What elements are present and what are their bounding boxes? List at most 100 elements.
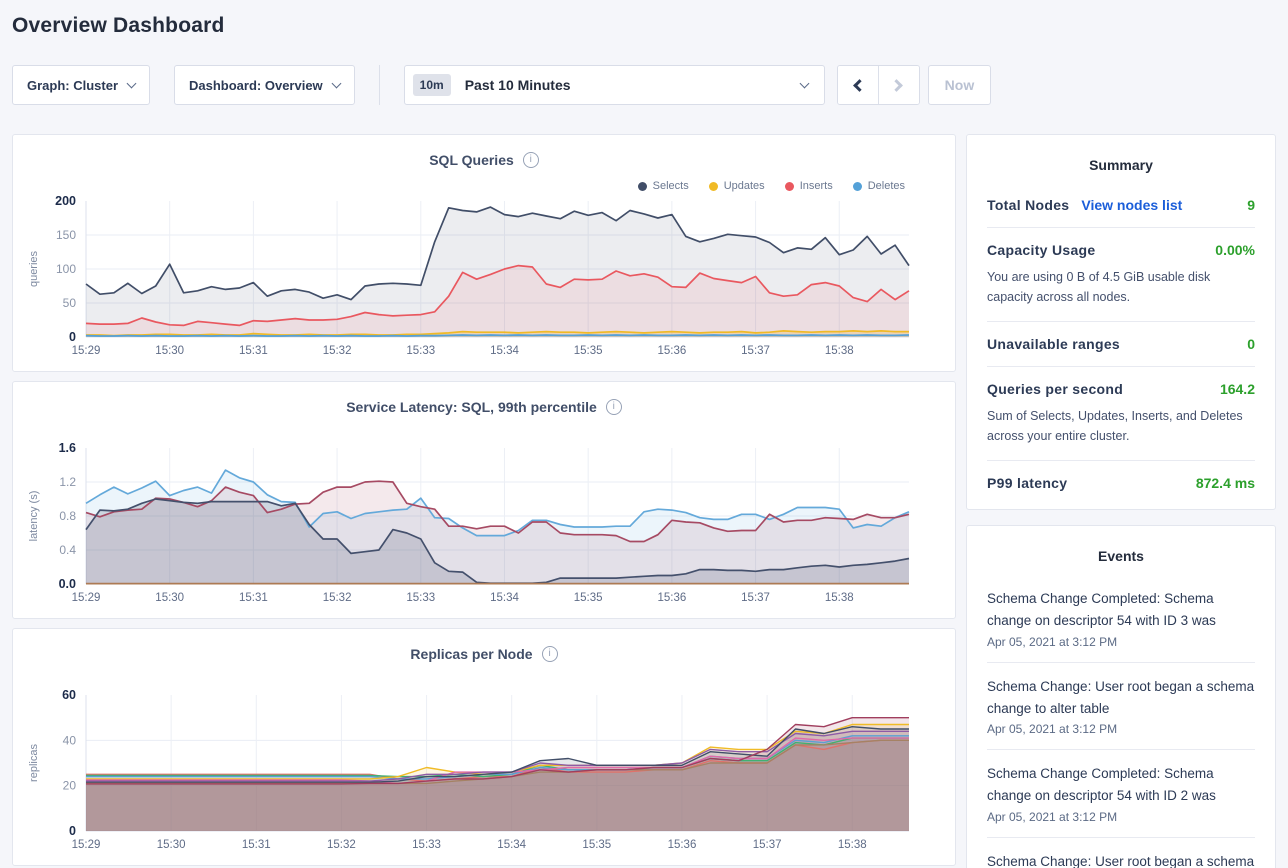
chart-header: Service Latency: SQL, 99th percentile i: [13, 398, 955, 416]
summary-row-p99-latency: P99 latency 872.4 ms: [987, 475, 1255, 491]
x-tick-label: 15:34: [490, 592, 519, 604]
legend-item-selects[interactable]: Selects: [638, 180, 689, 192]
event-message: Schema Change: User root began a schema …: [987, 851, 1255, 868]
x-tick-label: 15:29: [72, 592, 101, 604]
y-tick-label: 50: [63, 296, 77, 310]
y-tick-label: 0.0: [59, 577, 76, 591]
legend-item-inserts[interactable]: Inserts: [785, 180, 833, 192]
chart-title: Service Latency: SQL, 99th percentile: [346, 399, 597, 415]
event-message: Schema Change: User root began a schema …: [987, 676, 1255, 720]
dashboard-dropdown[interactable]: Dashboard: Overview: [174, 65, 355, 105]
y-tick-label: 150: [56, 228, 76, 242]
summary-row-capacity-usage: Capacity Usage 0.00%: [987, 242, 1255, 258]
divider: [987, 460, 1255, 461]
summary-panel: Summary Total Nodes View nodes list 9 Ca…: [966, 134, 1276, 510]
prev-interval-button[interactable]: [838, 66, 878, 104]
chart-header: SQL Queries i: [13, 151, 955, 169]
event-item[interactable]: Schema Change Completed: Schema change o…: [987, 763, 1255, 824]
sidebar: Summary Total Nodes View nodes list 9 Ca…: [966, 134, 1276, 868]
replicas-per-node-chart[interactable]: 020406015:2915:3015:3115:3215:3315:3415:…: [13, 673, 955, 855]
x-tick-label: 15:34: [497, 839, 526, 851]
x-tick-label: 15:31: [239, 592, 268, 604]
x-tick-label: 15:32: [323, 345, 352, 357]
chart-card-sql-queries: SQL Queries i Selects Updates Inserts: [12, 134, 956, 372]
summary-row-unavailable-ranges: Unavailable ranges 0: [987, 336, 1255, 352]
y-tick-label: 1.6: [59, 441, 76, 455]
y-tick-label: 0.8: [59, 509, 76, 523]
x-tick-label: 15:37: [753, 839, 782, 851]
summary-label: Total Nodes: [987, 197, 1069, 213]
time-window-badge: 10m: [413, 74, 451, 96]
divider: [987, 662, 1255, 663]
y-tick-label: 200: [55, 194, 76, 208]
page-title: Overview Dashboard: [12, 14, 1288, 38]
time-window-selector[interactable]: 10m Past 10 Minutes: [404, 65, 825, 105]
x-tick-label: 15:35: [582, 839, 611, 851]
summary-title: Summary: [987, 157, 1255, 173]
divider: [987, 366, 1255, 367]
summary-row-total-nodes: Total Nodes View nodes list 9: [987, 197, 1255, 213]
sql-queries-chart[interactable]: 05010015020015:2915:3015:3115:3215:3315:…: [13, 179, 955, 361]
legend-dot: [853, 182, 862, 191]
chart-card-service-latency: Service Latency: SQL, 99th percentile i …: [12, 381, 956, 619]
now-button[interactable]: Now: [928, 65, 992, 105]
chevron-right-icon: [890, 79, 903, 92]
main-content: SQL Queries i Selects Updates Inserts: [12, 134, 1276, 868]
info-icon[interactable]: i: [606, 399, 622, 415]
legend-dot: [638, 182, 647, 191]
y-tick-label: 60: [62, 688, 76, 702]
x-tick-label: 15:33: [406, 592, 435, 604]
chart-canvas-sql-queries[interactable]: 05010015020015:2915:3015:3115:3215:3315:…: [13, 179, 953, 361]
chevron-left-icon: [853, 79, 866, 92]
y-tick-label: 100: [56, 262, 76, 276]
time-window-label: Past 10 Minutes: [465, 77, 571, 93]
summary-label: P99 latency: [987, 475, 1067, 491]
y-axis-title: replicas: [28, 744, 40, 782]
x-tick-label: 15:36: [657, 592, 686, 604]
chevron-down-icon: [127, 78, 137, 88]
event-item[interactable]: Schema Change Completed: Schema change o…: [987, 588, 1255, 649]
divider: [987, 227, 1255, 228]
legend-item-deletes[interactable]: Deletes: [853, 180, 905, 192]
dashboard-dropdown-label: Dashboard: Overview: [189, 78, 323, 93]
events-title: Events: [987, 548, 1255, 564]
chart-canvas-replicas-per-node[interactable]: 020406015:2915:3015:3115:3215:3315:3415:…: [13, 673, 953, 855]
x-tick-label: 15:36: [657, 345, 686, 357]
legend-label: Deletes: [868, 180, 905, 192]
view-nodes-link[interactable]: View nodes list: [1081, 197, 1182, 213]
y-axis-title: queries: [28, 250, 40, 287]
summary-value: 9: [1247, 197, 1255, 213]
chevron-down-icon: [331, 78, 341, 88]
y-tick-label: 40: [63, 733, 77, 747]
x-tick-label: 15:38: [825, 592, 854, 604]
graph-scope-dropdown[interactable]: Graph: Cluster: [12, 65, 150, 105]
next-interval-button[interactable]: [879, 66, 919, 104]
event-timestamp: Apr 05, 2021 at 3:12 PM: [987, 810, 1255, 824]
divider: [987, 749, 1255, 750]
summary-note: Sum of Selects, Updates, Inserts, and De…: [987, 406, 1255, 446]
event-item[interactable]: Schema Change: User root began a schema …: [987, 676, 1255, 737]
legend-label: Updates: [724, 180, 765, 192]
divider: [987, 837, 1255, 838]
chart-legend: Selects Updates Inserts Deletes: [638, 180, 905, 192]
legend-item-updates[interactable]: Updates: [709, 180, 765, 192]
event-message: Schema Change Completed: Schema change o…: [987, 588, 1255, 632]
info-icon[interactable]: i: [523, 152, 539, 168]
service-latency-chart[interactable]: 0.00.40.81.21.615:2915:3015:3115:3215:33…: [13, 426, 955, 608]
y-tick-label: 20: [63, 779, 77, 793]
y-tick-label: 1.2: [59, 475, 76, 489]
x-tick-label: 15:30: [157, 839, 186, 851]
info-icon[interactable]: i: [542, 646, 558, 662]
chart-canvas-service-latency-sql-99th-percentile[interactable]: 0.00.40.81.21.615:2915:3015:3115:3215:33…: [13, 426, 953, 608]
event-item[interactable]: Schema Change: User root began a schema …: [987, 851, 1255, 868]
event-timestamp: Apr 05, 2021 at 3:12 PM: [987, 635, 1255, 649]
graph-scope-label: Graph: Cluster: [27, 78, 118, 93]
x-tick-label: 15:31: [239, 345, 268, 357]
summary-value: 872.4 ms: [1196, 475, 1255, 491]
x-tick-label: 15:33: [412, 839, 441, 851]
x-tick-label: 15:33: [406, 345, 435, 357]
x-tick-label: 15:37: [741, 592, 770, 604]
legend-dot: [709, 182, 718, 191]
x-tick-label: 15:36: [668, 839, 697, 851]
toolbar: Graph: Cluster Dashboard: Overview 10m P…: [12, 65, 1276, 105]
